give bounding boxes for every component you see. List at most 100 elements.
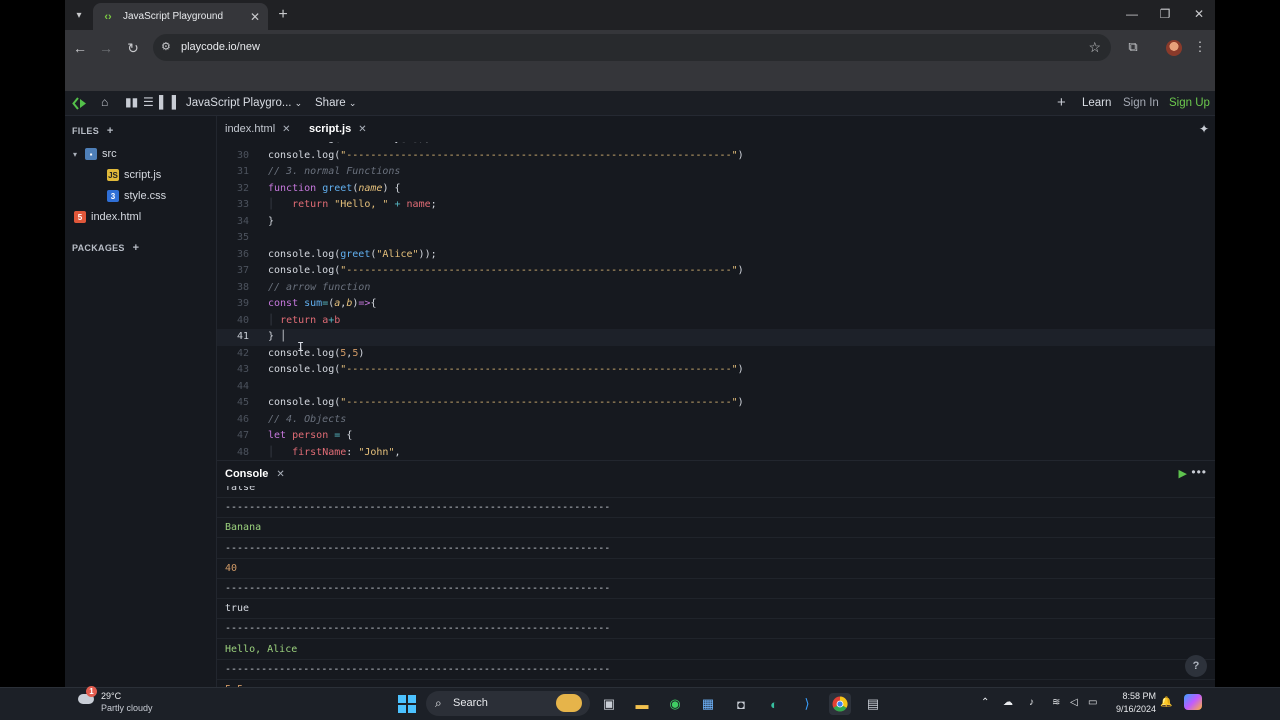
code-line[interactable]: 42 console.log(5,5) [217,346,1215,363]
toolbar-spacer [65,66,1215,91]
wifi-icon[interactable]: ≋ [1052,697,1060,708]
onedrive-icon[interactable]: ☁ [1003,697,1013,708]
code-line[interactable]: 38 // arrow function [217,280,1215,297]
windows-start-icon[interactable] [396,693,418,715]
minimize-icon[interactable]: — [1122,7,1142,21]
console-line: 5 5 [217,680,1215,687]
browser-menu-icon[interactable]: ⋮ [1191,39,1209,55]
back-icon[interactable]: ← [71,39,89,57]
notepad-icon[interactable]: ▤ [862,693,884,715]
chevron-down-icon: ▾ [73,149,78,159]
code-line[interactable]: 45 console.log("-------------------------… [217,395,1215,412]
site-info-icon[interactable]: ⚙ [161,40,171,53]
profile-avatar[interactable] [1166,40,1182,56]
console-line: Banana [217,518,1215,539]
address-bar[interactable]: ⚙ playcode.io/new ☆ [153,34,1111,61]
close-icon[interactable]: ✕ [282,124,290,135]
tab-search-chevron-icon[interactable]: ▾ [69,5,89,25]
extensions-icon[interactable]: ⧉ [1124,39,1142,55]
new-tab-icon[interactable]: + [274,6,292,24]
store-icon[interactable]: ▦ [697,693,719,715]
add-file-icon[interactable]: + [107,125,114,137]
tree-item-label: index.html [91,211,142,223]
notifications-icon[interactable]: 🔔 [1160,697,1172,708]
layout-columns-icon[interactable]: ▮▮ [125,95,138,109]
files-section-header: FILES + [72,125,114,137]
code-editor[interactable]: 29console.log(mixedArray[2]);30console.l… [217,142,1215,460]
tab-index-html[interactable]: index.html ✕ [225,123,291,135]
code-line[interactable]: 36 console.log(greet("Alice")); [217,247,1215,264]
whatsapp-icon[interactable]: ◉ [664,693,686,715]
console-line: 40 [217,559,1215,579]
tree-file-index-html[interactable]: 5 index.html [74,211,141,223]
share-dropdown[interactable]: Share ⌄ [315,97,356,109]
tab-close-icon[interactable]: ✕ [250,10,260,24]
signup-link[interactable]: Sign Up [1169,97,1210,109]
run-icon[interactable]: ▶ [1179,467,1187,480]
close-icon[interactable]: ✕ [276,469,284,480]
weather-widget[interactable]: 1 [78,686,100,706]
code-line[interactable]: 32 function greet(name) { [217,181,1215,198]
code-line[interactable]: 43 console.log("-------------------------… [217,362,1215,379]
edge-icon[interactable]: ◐ [763,693,785,715]
signin-link[interactable]: Sign In [1123,97,1159,109]
browser-tab[interactable]: ‹› JavaScript Playground ✕ [93,3,268,30]
css-file-icon: 3 [107,190,119,202]
bookmark-star-icon[interactable]: ☆ [1088,39,1101,56]
vscode-icon[interactable]: ⟩ [796,693,818,715]
playcode-favicon-icon: ‹› [104,10,112,23]
layout-rows-icon[interactable]: ☰ [143,95,154,109]
more-options-icon[interactable]: ••• [1191,465,1207,479]
code-line[interactable]: 33 │ return "Hello, " + name; [217,197,1215,214]
taskbar-date[interactable]: 9/16/2024 [1114,704,1156,714]
close-icon[interactable]: ✕ [358,124,366,135]
file-explorer-icon[interactable]: ▬ [631,693,653,715]
code-line[interactable]: 44 [217,379,1215,396]
code-line[interactable]: 46 // 4. Objects [217,412,1215,429]
taskbar-search[interactable]: ⌕ Search [426,691,590,716]
volume-icon[interactable]: ◁ [1070,697,1078,708]
code-text: console.log("---------------------------… [268,265,744,276]
chrome-icon[interactable] [829,693,851,715]
code-text: │ return "Hello, " + name; [268,199,437,210]
code-line[interactable]: 34} [217,214,1215,231]
code-line[interactable]: 37 console.log("-------------------------… [217,263,1215,280]
close-window-icon[interactable]: ✕ [1189,7,1209,21]
learn-link[interactable]: Learn [1082,97,1111,109]
camera-icon[interactable]: ◘ [730,693,752,715]
line-number: 46 [236,413,249,425]
code-line[interactable]: 48 │ firstName: "John", [217,445,1215,461]
code-line[interactable]: 30 console.log("-------------------------… [217,148,1215,165]
taskbar-time[interactable]: 8:58 PM [1120,691,1156,701]
browser-window: ▾ ‹› JavaScript Playground ✕ + — ❐ ✕ ← →… [65,0,1215,687]
add-package-icon[interactable]: + [133,242,140,254]
ai-sparkle-icon[interactable]: ✦ [1199,122,1209,136]
tree-file-script-js[interactable]: JS script.js [107,169,161,181]
tree-file-style-css[interactable]: 3 style.css [107,190,166,202]
code-line[interactable]: 31 // 3. normal Functions [217,164,1215,181]
packages-label: PACKAGES [72,243,125,253]
code-line[interactable]: 40 │ return a+b [217,313,1215,330]
console-tab[interactable]: Console ✕ [225,468,285,480]
code-line[interactable]: 41} │ [217,329,1215,346]
task-view-icon[interactable]: ▣ [598,693,620,715]
playcode-logo-icon[interactable] [72,95,89,112]
battery-icon[interactable]: ▭ [1088,697,1097,708]
code-line[interactable]: 47 let person = { [217,428,1215,445]
code-line[interactable]: 35 [217,230,1215,247]
restore-icon[interactable]: ❐ [1155,7,1175,21]
help-icon[interactable]: ? [1185,655,1207,677]
code-line[interactable]: 39 const sum=(a,b)=>{ [217,296,1215,313]
reload-icon[interactable]: ↻ [124,39,142,57]
forward-icon[interactable]: → [97,39,115,57]
add-icon[interactable]: + [1057,94,1066,111]
tree-folder-src[interactable]: ▾ ▪ src [73,148,117,160]
project-name-dropdown[interactable]: JavaScript Playgro... ⌄ [186,97,302,109]
code-text: console.log(5,5) [268,347,365,359]
layout-sidebar-icon[interactable]: ▌▐ [159,95,176,109]
tab-script-js[interactable]: script.js ✕ [309,123,367,135]
home-icon[interactable]: ⌂ [101,95,108,109]
copilot-icon[interactable] [1184,694,1202,710]
tray-chevron-icon[interactable]: ⌃ [981,697,989,708]
microphone-icon[interactable]: ♪ [1029,697,1034,708]
